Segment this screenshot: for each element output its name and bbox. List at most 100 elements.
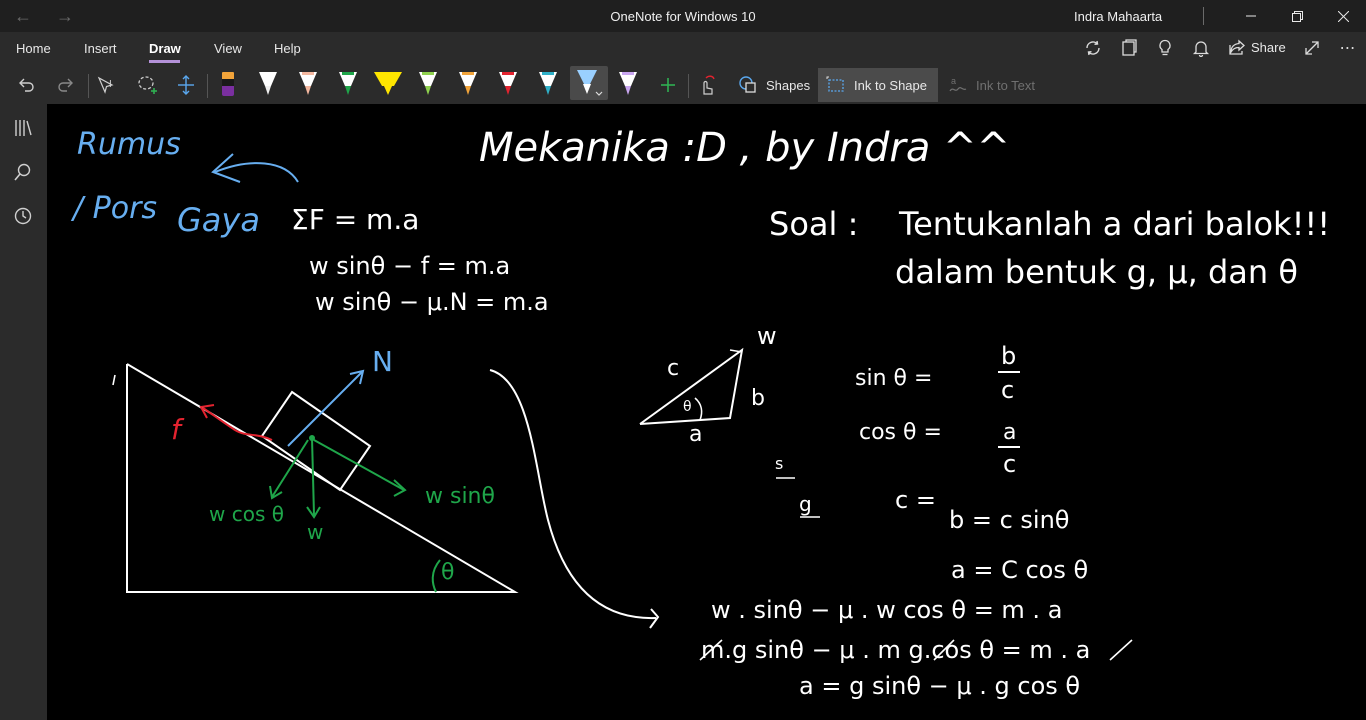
tab-draw[interactable]: Draw	[149, 41, 181, 56]
pen-white-icon[interactable]	[253, 66, 283, 100]
lightbulb-icon[interactable]	[1153, 36, 1177, 60]
close-icon	[1337, 10, 1349, 22]
normal-force-arrow	[287, 371, 363, 447]
blue-curved-arrow	[214, 162, 299, 183]
shapes-button[interactable]: Shapes	[730, 68, 818, 102]
touch-draw-icon[interactable]	[692, 70, 722, 100]
tab-home[interactable]: Home	[16, 41, 51, 56]
label-wsin: w sinθ	[425, 484, 495, 509]
pen-teal-icon[interactable]	[533, 66, 563, 100]
recent-notes-clock-icon[interactable]	[11, 204, 35, 228]
shapes-icon	[739, 76, 756, 93]
sin-numerator: b	[1001, 342, 1017, 370]
left-sidebar	[0, 104, 47, 720]
redo-icon[interactable]	[51, 70, 81, 100]
toolbar-divider	[688, 74, 689, 98]
pen-red-icon[interactable]	[493, 66, 523, 100]
note-canvas[interactable]: Mekanika :D , by Indra ^^ Rumus / Pors G…	[47, 104, 1366, 720]
minimize-button[interactable]	[1228, 0, 1274, 32]
share-button[interactable]: Share	[1228, 38, 1286, 56]
svg-text:I: I	[109, 79, 112, 90]
minimize-icon	[1246, 15, 1256, 17]
lasso-select-icon[interactable]	[132, 70, 162, 100]
notebook-pages-icon[interactable]	[1117, 36, 1141, 60]
active-tab-indicator	[149, 60, 180, 63]
triangle-angle-arc	[694, 397, 703, 421]
final-equation-1: w . sinθ − μ . w cos θ = m . a	[711, 596, 1063, 624]
undo-icon[interactable]	[11, 70, 41, 100]
pen-green-icon[interactable]	[333, 66, 363, 100]
label-wcos: w cos θ	[209, 502, 284, 526]
note-title: Mekanika :D , by Indra ^^	[479, 125, 1011, 171]
tab-insert[interactable]: Insert	[84, 41, 117, 56]
pen-light-green-icon[interactable]	[413, 66, 443, 100]
ink-to-text-icon: a	[949, 76, 967, 92]
label-normal-force: N	[372, 345, 393, 378]
cos-lhs: cos θ =	[859, 420, 942, 445]
triangle-label-c: c	[667, 356, 680, 381]
more-options-icon[interactable]: ⋯	[1336, 36, 1360, 60]
label-weight: w	[307, 520, 324, 544]
pen-purple-icon[interactable]	[213, 66, 243, 100]
ink-to-shape-button[interactable]: Ink to Shape	[818, 68, 938, 102]
ink-drawing-layer	[112, 153, 1133, 661]
weight-arrow	[311, 437, 315, 516]
highlighter-yellow-icon[interactable]	[373, 66, 403, 100]
notebooks-icon[interactable]	[11, 116, 35, 140]
fullscreen-icon[interactable]	[1300, 36, 1324, 60]
sync-icon[interactable]	[1081, 36, 1105, 60]
soal-question-line2: dalam bentuk g, μ, dan θ	[895, 253, 1298, 291]
big-curved-arrow	[489, 369, 657, 620]
share-icon	[1229, 39, 1245, 55]
soal-label: Soal :	[769, 205, 859, 243]
triangle-label-a: a	[689, 422, 703, 447]
pen-peach-icon[interactable]	[293, 66, 323, 100]
user-name[interactable]: Indra Mahaarta	[1074, 9, 1162, 24]
equation-2: w sinθ − f = m.a	[309, 252, 511, 280]
share-label: Share	[1251, 39, 1286, 55]
incline-angle-arc	[431, 559, 441, 593]
ink-to-text-button[interactable]: a Ink to Text	[940, 68, 1043, 102]
tab-view[interactable]: View	[214, 41, 242, 56]
equation-1: ΣF = m.a	[291, 203, 420, 236]
a-equation: a = C cos θ	[951, 556, 1089, 584]
soal-question-line1: Tentukanlah a dari balok!!!	[899, 205, 1331, 243]
sin-denominator: c	[1001, 376, 1015, 404]
triangle-label-theta: θ	[683, 399, 692, 415]
g-small: g	[799, 492, 812, 516]
sin-lhs: sin θ =	[855, 366, 933, 391]
rumus-label: Rumus	[77, 127, 181, 162]
draw-toolbar: I Shapes Ink to Shape a Ink to Text	[0, 66, 1366, 104]
ink-to-text-label: Ink to Text	[976, 77, 1036, 93]
c-equation: c =	[895, 486, 936, 514]
toolbar-divider	[88, 74, 89, 98]
equation-3: w sinθ − μ.N = m.a	[315, 288, 549, 316]
pen-orange-icon[interactable]	[453, 66, 483, 100]
b-equation: b = c sinθ	[949, 506, 1070, 534]
search-icon[interactable]	[11, 160, 35, 184]
triangle-label-b: b	[751, 386, 765, 411]
ink-to-shape-icon	[826, 76, 844, 92]
add-space-icon[interactable]	[171, 70, 201, 100]
tab-help[interactable]: Help	[274, 41, 301, 56]
restore-button[interactable]	[1274, 0, 1320, 32]
final-equation-2: m.g sinθ − μ . m g.cos θ = m . a	[701, 636, 1091, 664]
bell-icon[interactable]	[1189, 36, 1213, 60]
gaya-label: Gaya	[177, 201, 260, 239]
final-equation-3: a = g sinθ − μ . g cos θ	[799, 672, 1081, 700]
label-incline-angle: θ	[441, 560, 455, 585]
ink-to-shape-label: Ink to Shape	[854, 77, 927, 93]
pen-light-blue-selected-icon[interactable]	[570, 66, 608, 100]
wcos-arrow	[271, 439, 309, 498]
shapes-label: Shapes	[766, 77, 811, 93]
title-bar: ← → OneNote for Windows 10 Indra Mahaart…	[0, 0, 1366, 32]
restore-icon	[1291, 10, 1303, 22]
s-small: s	[775, 454, 784, 473]
svg-text:a: a	[951, 76, 956, 86]
close-button[interactable]	[1320, 0, 1366, 32]
pen-lavender-icon[interactable]	[613, 66, 643, 100]
add-pen-icon[interactable]	[653, 70, 683, 100]
toolbar-divider	[207, 74, 208, 98]
cos-denominator: c	[1003, 450, 1017, 478]
type-select-icon[interactable]: I	[92, 70, 122, 100]
